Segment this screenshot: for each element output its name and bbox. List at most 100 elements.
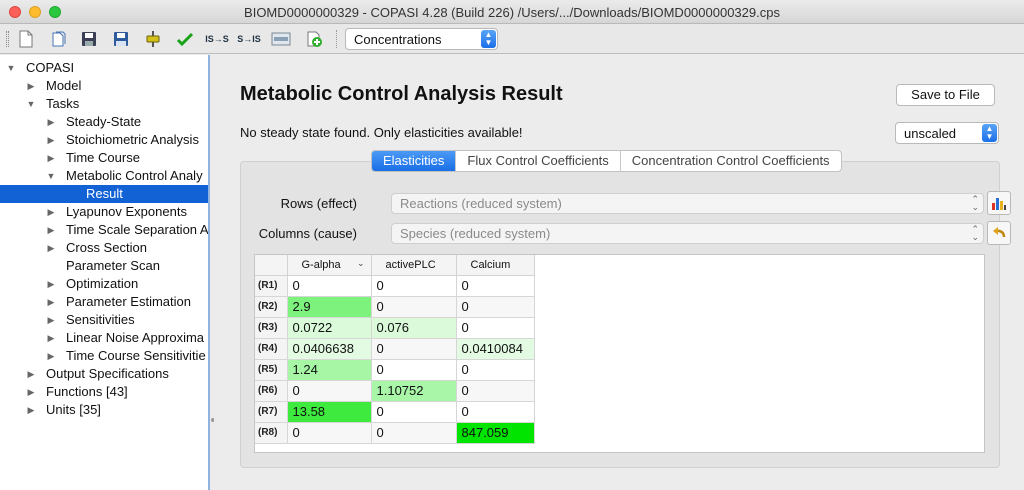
table-corner[interactable]: [255, 255, 288, 276]
row-header[interactable]: (R1): [255, 275, 288, 297]
table-cell[interactable]: 0.076: [371, 317, 457, 339]
tree-item[interactable]: ▶ Parameter Estimation: [0, 293, 208, 311]
tree-item[interactable]: ▶ Cross Section: [0, 239, 208, 257]
tree-item[interactable]: ▶ Sensitivities: [0, 311, 208, 329]
tree-item-label: Time Course: [66, 150, 140, 165]
column-header[interactable]: Calcium: [456, 255, 535, 276]
table-cell[interactable]: 0: [456, 380, 535, 402]
tree-item[interactable]: ▶ Steady-State: [0, 113, 208, 131]
table-cell[interactable]: 0: [456, 317, 535, 339]
collapsed-arrow-icon[interactable]: ▶: [26, 365, 36, 383]
collapsed-arrow-icon[interactable]: ▶: [46, 293, 56, 311]
sbml-icon[interactable]: [270, 28, 292, 50]
table-cell[interactable]: 0: [371, 359, 457, 381]
table-cell[interactable]: 0: [456, 401, 535, 423]
tree-item[interactable]: ▼ Tasks: [0, 95, 208, 113]
scaling-select[interactable]: unscaled ▲ ▼: [895, 122, 999, 144]
collapsed-arrow-icon[interactable]: ▶: [46, 131, 56, 149]
collapsed-arrow-icon[interactable]: ▶: [46, 329, 56, 347]
tree-item[interactable]: ▶ Time Course Sensitivitie: [0, 347, 208, 365]
open-icon[interactable]: [48, 28, 70, 50]
tree-item[interactable]: ▼ COPASI: [0, 59, 208, 77]
row-header[interactable]: (R4): [255, 338, 288, 360]
table-cell[interactable]: 0: [371, 338, 457, 360]
collapsed-arrow-icon[interactable]: ▶: [46, 275, 56, 293]
bar-chart-icon[interactable]: [987, 191, 1011, 215]
tree-item[interactable]: ▶ Time Scale Separation A: [0, 221, 208, 239]
row-header[interactable]: (R3): [255, 317, 288, 339]
tab-elasticities[interactable]: Elasticities: [372, 151, 456, 171]
expanded-arrow-icon[interactable]: ▼: [46, 167, 56, 185]
collapsed-arrow-icon[interactable]: ▶: [26, 383, 36, 401]
tab-flux-control-coefficients[interactable]: Flux Control Coefficients: [455, 151, 619, 171]
tree-item[interactable]: ▶ Model: [0, 77, 208, 95]
toolbar-grip[interactable]: [6, 31, 9, 47]
tree-item[interactable]: ▶ Lyapunov Exponents: [0, 203, 208, 221]
table-cell[interactable]: 0: [371, 422, 457, 444]
tree-item[interactable]: Result: [0, 185, 208, 203]
s-is-icon[interactable]: S→IS: [237, 28, 261, 50]
tree-item[interactable]: ▶ Optimization: [0, 275, 208, 293]
row-header[interactable]: (R5): [255, 359, 288, 381]
collapsed-arrow-icon[interactable]: ▶: [26, 77, 36, 95]
collapsed-arrow-icon[interactable]: ▶: [26, 401, 36, 419]
table-row: (R4) 0.0406638 0 0.0410084: [255, 338, 535, 360]
new-document-icon[interactable]: [15, 28, 37, 50]
tree-item[interactable]: ▶ Time Course: [0, 149, 208, 167]
tab-concentration-control-coefficients[interactable]: Concentration Control Coefficients: [619, 151, 841, 171]
table-cell[interactable]: 0: [287, 380, 372, 402]
tree-item[interactable]: ▶ Functions [43]: [0, 383, 208, 401]
expanded-arrow-icon[interactable]: ▼: [6, 59, 16, 77]
row-header[interactable]: (R7): [255, 401, 288, 423]
tree-item[interactable]: ▶ Stoichiometric Analysis: [0, 131, 208, 149]
columns-select[interactable]: Species (reduced system) ⌃ ⌄: [391, 223, 984, 244]
table-cell[interactable]: 847.059: [456, 422, 535, 444]
table-cell[interactable]: 0: [456, 275, 535, 297]
table-cell[interactable]: 0.0410084: [456, 338, 535, 360]
tree-item[interactable]: Parameter Scan: [0, 257, 208, 275]
save-icon[interactable]: [78, 28, 100, 50]
slider-icon[interactable]: [142, 28, 164, 50]
save-to-file-button[interactable]: Save to File: [896, 84, 995, 106]
table-cell[interactable]: 13.58: [287, 401, 372, 423]
collapsed-arrow-icon[interactable]: ▶: [46, 239, 56, 257]
table-cell[interactable]: 0: [287, 422, 372, 444]
collapsed-arrow-icon[interactable]: ▶: [46, 149, 56, 167]
collapsed-arrow-icon[interactable]: ▶: [46, 347, 56, 365]
save-as-icon[interactable]: [110, 28, 132, 50]
column-header[interactable]: G-alpha ⌄: [287, 255, 372, 276]
table-cell[interactable]: 0: [371, 401, 457, 423]
undo-icon[interactable]: [987, 221, 1011, 245]
expanded-arrow-icon[interactable]: ▼: [26, 95, 36, 113]
table-cell[interactable]: 0: [371, 275, 457, 297]
table-cell[interactable]: 0: [456, 359, 535, 381]
table-cell[interactable]: 2.9: [287, 296, 372, 318]
table-row: (R6) 0 1.10752 0: [255, 380, 535, 402]
tree-item[interactable]: ▶ Units [35]: [0, 401, 208, 419]
table-cell[interactable]: 1.10752: [371, 380, 457, 402]
collapsed-arrow-icon[interactable]: ▶: [46, 203, 56, 221]
elasticities-table[interactable]: G-alpha ⌄ activePLC Calcium (R1) 0 0 0 (R2) 2.9 0 0…: [254, 254, 985, 453]
collapsed-arrow-icon[interactable]: ▶: [46, 311, 56, 329]
add-icon[interactable]: [303, 28, 325, 50]
check-icon[interactable]: [174, 28, 196, 50]
table-cell[interactable]: 0: [371, 296, 457, 318]
table-cell[interactable]: 0: [456, 296, 535, 318]
collapsed-arrow-icon[interactable]: ▶: [46, 113, 56, 131]
tree-item[interactable]: ▶ Output Specifications: [0, 365, 208, 383]
table-cell[interactable]: 0: [287, 275, 372, 297]
table-cell[interactable]: 0.0722: [287, 317, 372, 339]
table-cell[interactable]: 0.0406638: [287, 338, 372, 360]
is-s-icon[interactable]: IS→S: [205, 28, 229, 50]
tree-item-label: COPASI: [26, 60, 75, 75]
rows-select[interactable]: Reactions (reduced system) ⌃ ⌄: [391, 193, 984, 214]
row-header[interactable]: (R8): [255, 422, 288, 444]
tree-item[interactable]: ▶ Linear Noise Approxima: [0, 329, 208, 347]
column-header[interactable]: activePLC: [371, 255, 457, 276]
tree-item[interactable]: ▼ Metabolic Control Analy: [0, 167, 208, 185]
row-header[interactable]: (R2): [255, 296, 288, 318]
collapsed-arrow-icon[interactable]: ▶: [46, 221, 56, 239]
quantity-type-combo[interactable]: Concentrations ▲ ▼: [345, 28, 498, 50]
row-header[interactable]: (R6): [255, 380, 288, 402]
table-cell[interactable]: 1.24: [287, 359, 372, 381]
